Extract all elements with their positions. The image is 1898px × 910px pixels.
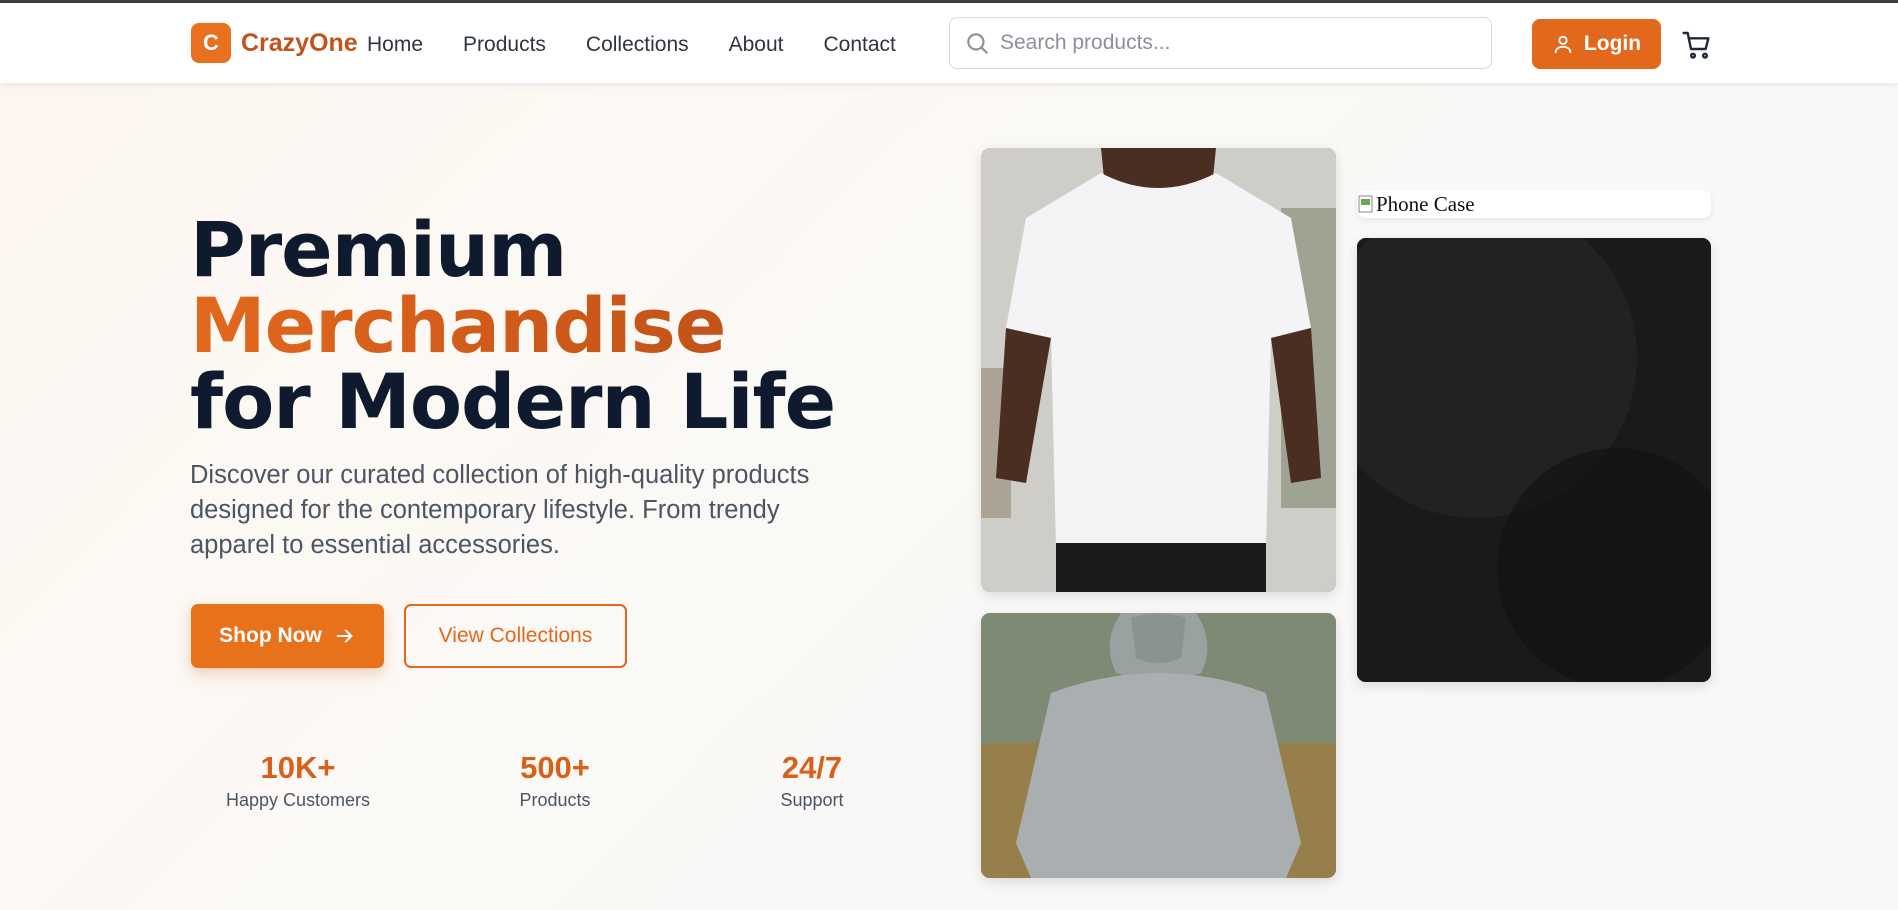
logo-mark-icon: C: [191, 23, 231, 63]
dark-texture: [1357, 238, 1711, 682]
nav-item-contact[interactable]: Contact: [824, 31, 896, 59]
product-image-tshirt[interactable]: [981, 148, 1336, 592]
stat-label: Happy Customers: [225, 790, 371, 810]
stat-value: 500+: [520, 750, 590, 785]
hoodie-illustration: [981, 613, 1336, 878]
nav-item-about[interactable]: About: [729, 31, 784, 59]
broken-image-icon: [1358, 195, 1373, 213]
product-image-hoodie[interactable]: [981, 613, 1336, 878]
view-collections-button[interactable]: View Collections: [404, 604, 627, 668]
shop-now-button[interactable]: Shop Now: [191, 604, 384, 668]
stat-label: Products: [519, 790, 591, 810]
nav-item-home[interactable]: Home: [367, 31, 423, 59]
tshirt-illustration: [981, 148, 1336, 592]
arrow-right-icon: [336, 629, 353, 643]
cart-icon[interactable]: [1681, 29, 1713, 61]
hero-title-line1: Premium: [190, 205, 567, 294]
search-input[interactable]: [1000, 31, 1480, 55]
nav-item-collections[interactable]: Collections: [586, 31, 689, 59]
hero-title-accent: Merchandise: [190, 288, 890, 364]
stat-products: 500+ Products: [455, 748, 655, 812]
stat-support: 24/7 Support: [712, 748, 912, 812]
hero-title-line3: for Modern Life: [190, 357, 836, 446]
main-nav: Home Products Collections About Contact: [367, 31, 936, 59]
stat-value: 10K+: [260, 750, 336, 785]
product-image-dark[interactable]: [1357, 238, 1711, 682]
phone-case-alt-text: Phone Case: [1376, 191, 1475, 216]
search-bar: [949, 17, 1492, 69]
phone-case-image[interactable]: Phone Case: [1357, 190, 1711, 218]
stat-customers: 10K+ Happy Customers: [198, 748, 398, 812]
login-button[interactable]: Login: [1532, 19, 1661, 69]
stat-value: 24/7: [781, 750, 843, 785]
search-icon: [967, 33, 988, 54]
user-icon: [1554, 35, 1572, 54]
hero-description: Discover our curated collection of high-…: [190, 461, 810, 559]
shop-now-label: Shop Now: [219, 624, 322, 647]
hero-title: Premium Merchandise for Modern Life: [190, 212, 890, 440]
login-label: Login: [1583, 32, 1642, 55]
stat-label: Support: [780, 790, 844, 810]
site-header: C CrazyOne Home Products Collections Abo…: [0, 3, 1898, 83]
brand-name: CrazyOne: [241, 28, 358, 57]
brand-logo[interactable]: C CrazyOne: [191, 23, 358, 63]
nav-item-products[interactable]: Products: [463, 31, 546, 59]
